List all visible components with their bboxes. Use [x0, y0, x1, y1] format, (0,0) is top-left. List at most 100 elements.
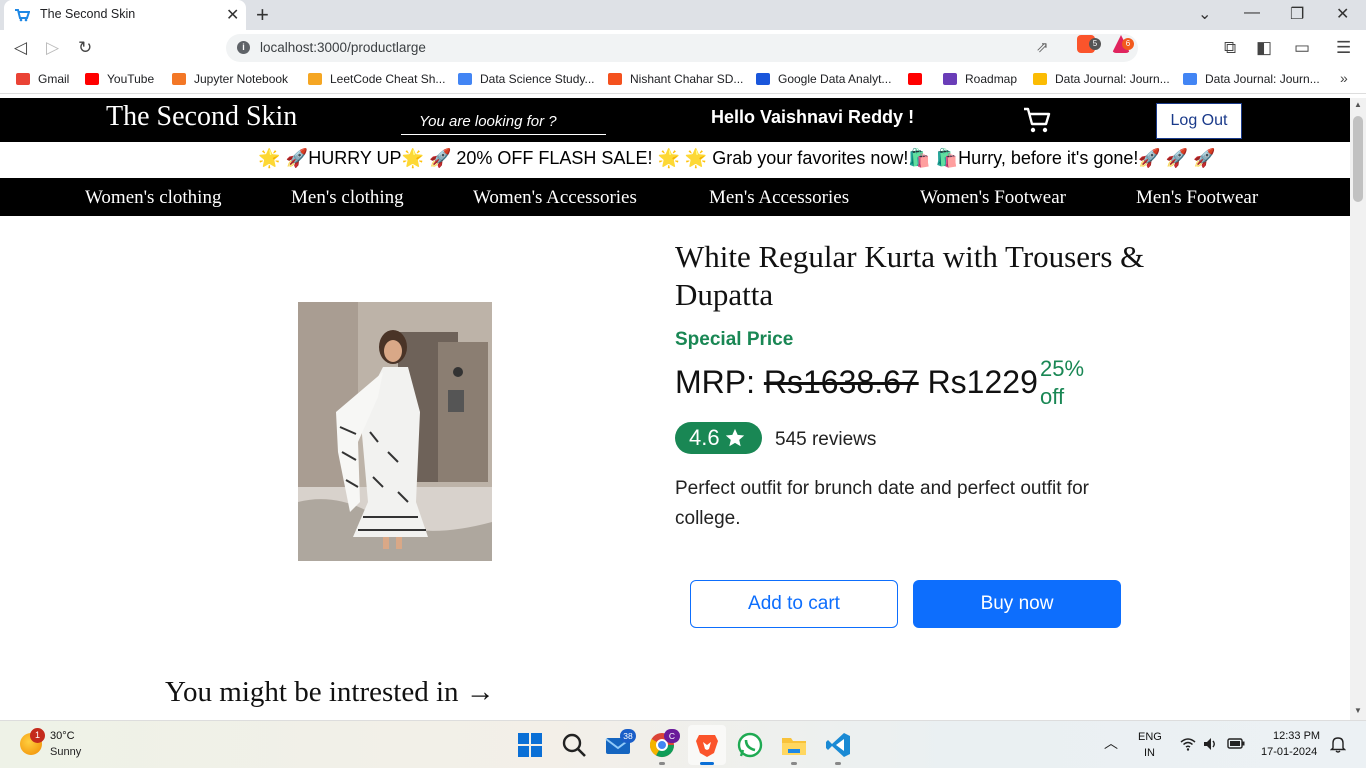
youtube-icon [908, 73, 922, 85]
docs-icon [1183, 73, 1197, 85]
tab-search-chevron-icon[interactable]: ⌄ [1198, 4, 1211, 24]
nav-mens-clothing[interactable]: Men's clothing [291, 187, 404, 209]
bookmark-jupyter[interactable]: Jupyter Notebook [172, 72, 288, 86]
explorer-running-indicator [791, 762, 797, 765]
back-icon[interactable]: ◁ [14, 38, 27, 58]
cart-favicon-icon [15, 9, 30, 22]
notification-bell-icon[interactable] [1330, 736, 1346, 753]
window-close-icon[interactable]: ✕ [1336, 4, 1349, 24]
search-input[interactable] [401, 108, 606, 135]
new-tab-icon[interactable]: + [256, 2, 269, 28]
scroll-up-icon[interactable]: ▲ [1354, 100, 1362, 109]
windows-start-icon[interactable] [516, 731, 544, 759]
bookmark-nishant[interactable]: Nishant Chahar SD... [608, 72, 743, 86]
chrome-profile-badge: C [664, 729, 680, 743]
browser-toolbar: ◁ ▷ ↻ i localhost:3000/productlarge ⇗ [0, 30, 1366, 66]
nav-womens-clothing[interactable]: Women's clothing [85, 187, 221, 209]
product-image [298, 302, 492, 561]
bookmarks-more-icon[interactable]: » [1340, 70, 1348, 86]
clock-date[interactable]: 17-01-2024 [1261, 746, 1317, 758]
bookmark-label: Data Science Study... [480, 72, 595, 86]
vscode-icon[interactable] [824, 731, 852, 759]
cart-icon[interactable] [1022, 106, 1052, 134]
bookmark-label: Data Journal: Journ... [1055, 72, 1170, 86]
site-brand[interactable]: The Second Skin [106, 101, 297, 133]
browser-tab[interactable]: The Second Skin ✕ [4, 0, 246, 30]
language-indicator[interactable]: ENG [1138, 731, 1162, 743]
product-title: White Regular Kurta with Trousers & Dupa… [675, 239, 1145, 312]
search-icon[interactable] [560, 731, 588, 759]
site-info-icon[interactable]: i [237, 41, 250, 54]
mail-unread-badge: 38 [620, 729, 636, 743]
bookmark-label: YouTube [107, 72, 155, 86]
bookmark-label: Jupyter Notebook [194, 72, 289, 86]
share-icon[interactable]: ⇗ [1036, 38, 1049, 56]
weather-condition[interactable]: Sunny [50, 746, 81, 758]
bookmark-gmail[interactable]: Gmail [16, 72, 69, 86]
bookmark-roadmap[interactable]: Roadmap [943, 72, 1017, 86]
recommendations-heading: You might be intrested in → [165, 676, 495, 708]
nav-womens-accessories[interactable]: Women's Accessories [473, 187, 637, 209]
mrp-label: MRP: [675, 364, 755, 400]
buy-now-button[interactable]: Buy now [913, 580, 1121, 628]
bookmark-data-journal-1[interactable]: Data Journal: Journ... [1033, 72, 1170, 86]
vscode-running-indicator [835, 762, 841, 765]
battery-icon[interactable] [1227, 737, 1245, 750]
bookmark-youtube[interactable]: YouTube [85, 72, 154, 86]
category-nav: Women's clothing Men's clothing Women's … [0, 178, 1350, 216]
rating-badge: 4.6 [675, 422, 762, 454]
bookmark-google-data[interactable]: Google Data Analyt... [756, 72, 891, 86]
whatsapp-icon[interactable] [736, 731, 764, 759]
add-to-cart-button[interactable]: Add to cart [690, 580, 898, 628]
bookmark-data-journal-2[interactable]: Data Journal: Journ... [1183, 72, 1320, 86]
tab-title: The Second Skin [40, 7, 136, 21]
weather-temperature[interactable]: 30°C [50, 730, 75, 742]
roadmap-icon [943, 73, 957, 85]
price-row: MRP: Rs1638.67 Rs1229 [675, 364, 1038, 401]
review-count[interactable]: 545 reviews [775, 429, 876, 451]
forward-icon[interactable]: ▷ [46, 38, 59, 58]
address-bar[interactable]: i localhost:3000/productlarge ⇗ [226, 34, 1138, 62]
reload-icon[interactable]: ↻ [78, 38, 92, 58]
brave-shields-count: 5 [1089, 38, 1101, 50]
promo-banner: 🌟 🚀HURRY UP🌟 🚀 20% OFF FLASH SALE! 🌟 🌟 G… [0, 142, 1350, 178]
logout-button[interactable]: Log Out [1156, 103, 1242, 139]
restore-icon[interactable]: ❐ [1290, 4, 1304, 24]
wifi-icon[interactable] [1180, 737, 1196, 751]
windows-taskbar: 1 30°C Sunny 38 C ︿ ENG IN 12:33 PM 17-0… [0, 720, 1366, 768]
nav-mens-footwear[interactable]: Men's Footwear [1136, 187, 1258, 209]
region-indicator[interactable]: IN [1144, 747, 1155, 759]
bookmark-youtube-2[interactable] [908, 72, 930, 86]
bookmark-label: Google Data Analyt... [778, 72, 892, 86]
jupyter-icon [172, 73, 186, 85]
minimize-icon[interactable]: — [1244, 4, 1260, 22]
extensions-puzzle-icon[interactable]: ⧉ [1224, 38, 1236, 58]
coursera-icon [756, 73, 770, 85]
tab-close-icon[interactable]: ✕ [226, 5, 239, 25]
page-scrollbar[interactable]: ▲ ▼ [1350, 98, 1366, 720]
scrollbar-thumb[interactable] [1353, 116, 1363, 202]
rating-value: 4.6 [689, 425, 720, 450]
user-greeting: Hello Vaishnavi Reddy ! [711, 107, 915, 127]
mrp-original-price: Rs1638.67 [763, 364, 919, 400]
bookmark-label: Gmail [38, 72, 70, 86]
bookmark-leetcode[interactable]: LeetCode Cheat Sh... [308, 72, 445, 86]
brave-icon[interactable] [693, 731, 721, 759]
clock-time[interactable]: 12:33 PM [1273, 730, 1320, 742]
scroll-down-icon[interactable]: ▼ [1354, 706, 1362, 715]
docs-icon [458, 73, 472, 85]
nav-mens-accessories[interactable]: Men's Accessories [709, 187, 849, 209]
bookmark-label: Data Journal: Journ... [1205, 72, 1320, 86]
volume-icon[interactable] [1203, 737, 1218, 751]
special-price-label: Special Price [675, 329, 794, 350]
wallet-icon[interactable]: ▭ [1294, 38, 1310, 58]
discount-label: 25% off [1040, 356, 1085, 409]
sidebar-icon[interactable]: ◧ [1256, 38, 1272, 58]
menu-icon[interactable]: ☰ [1336, 38, 1351, 58]
nav-womens-footwear[interactable]: Women's Footwear [920, 187, 1066, 209]
file-explorer-icon[interactable] [780, 731, 808, 759]
site-header: The Second Skin Hello Vaishnavi Reddy ! … [0, 98, 1350, 142]
bookmark-label: LeetCode Cheat Sh... [330, 72, 446, 86]
bookmark-data-science[interactable]: Data Science Study... [458, 72, 595, 86]
show-hidden-icons-chevron-icon[interactable]: ︿ [1104, 733, 1118, 753]
